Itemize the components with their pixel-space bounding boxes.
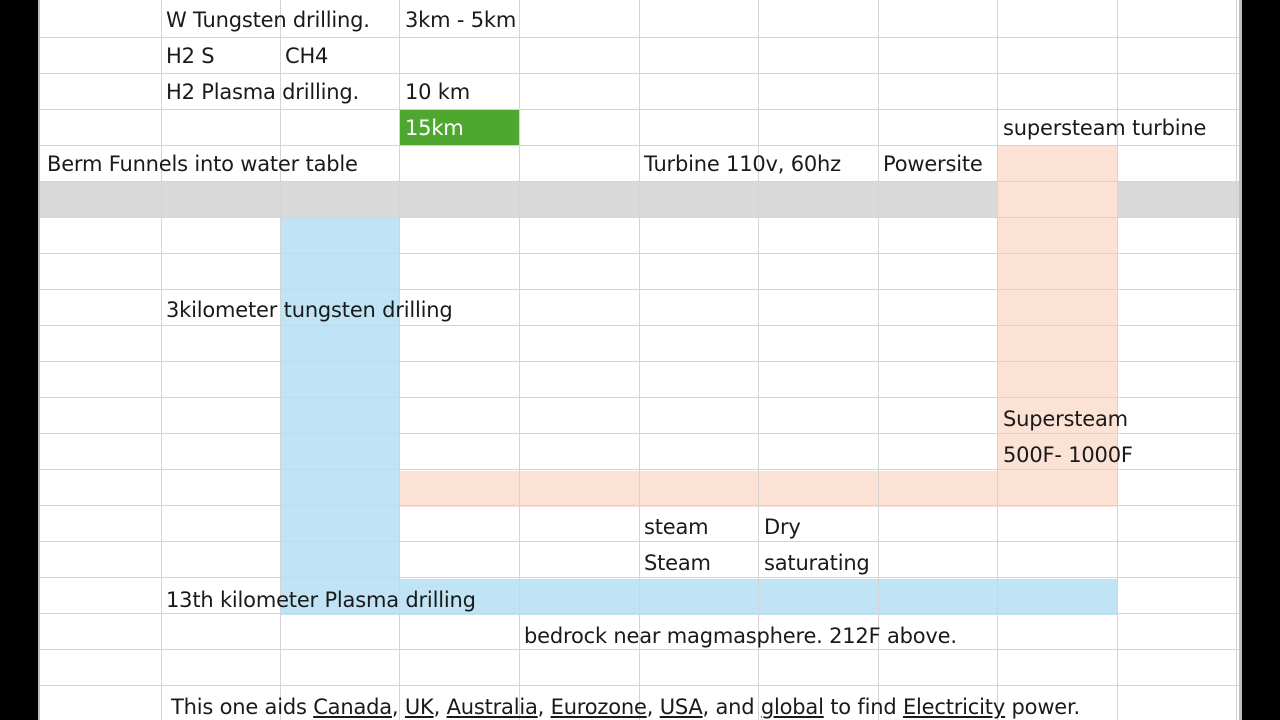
spreadsheet-grid[interactable]: W Tungsten drilling. 3km - 5km H2 S CH4 … <box>38 0 1241 720</box>
footer-sep: , <box>537 695 551 719</box>
footer-sep: , <box>646 695 660 719</box>
grid-row-line <box>38 217 1241 218</box>
cell-steam-upper[interactable]: Steam <box>644 545 711 581</box>
grid-col-line <box>878 0 879 720</box>
grid-col-line <box>161 0 162 720</box>
grid-col-line <box>519 0 520 720</box>
cell-saturating[interactable]: saturating <box>764 545 870 581</box>
cell-h2s[interactable]: H2 S <box>166 38 215 74</box>
grid-row-line <box>38 253 1241 254</box>
cell-13th-km-plasma-drilling[interactable]: 13th kilometer Plasma drilling <box>166 582 476 618</box>
footer-australia: Australia <box>446 695 538 719</box>
cell-supersteam[interactable]: Supersteam <box>1003 401 1128 437</box>
sheet-right-edge <box>1239 0 1242 720</box>
grid-col-line <box>1236 0 1237 720</box>
footer-electricity: Electricity <box>902 695 1006 719</box>
cell-w-tungsten-drilling[interactable]: W Tungsten drilling. <box>166 2 370 38</box>
cell-range-3km-5km[interactable]: 3km - 5km <box>405 2 516 38</box>
cell-steam-lower[interactable]: steam <box>644 509 709 545</box>
grid-row-line <box>38 685 1241 686</box>
footer-uk: UK <box>404 695 434 719</box>
cell-10km[interactable]: 10 km <box>405 74 470 110</box>
grid-col-line <box>997 0 998 720</box>
cell-bedrock-magmasphere[interactable]: bedrock near magmasphere. 212F above. <box>524 618 957 654</box>
footer-canada: Canada <box>313 695 392 719</box>
footer-sep: , <box>391 695 405 719</box>
cell-berm-funnels[interactable]: Berm Funnels into water table <box>47 146 358 182</box>
cell-temp-range[interactable]: 500F- 1000F <box>1003 437 1133 473</box>
footer-caption: This one aids Canada, UK, Australia, Eur… <box>171 694 1080 720</box>
cell-dry[interactable]: Dry <box>764 509 801 545</box>
grid-row-line <box>38 397 1241 398</box>
grid-col-line <box>639 0 640 720</box>
footer-sep: , <box>433 695 447 719</box>
cell-3km-tungsten-drilling[interactable]: 3kilometer tungsten drilling <box>166 292 453 328</box>
grid-row-line <box>38 289 1241 290</box>
grid-row-line <box>38 577 1241 578</box>
cell-15km[interactable]: 15km <box>405 110 464 146</box>
grid-col-line <box>1117 0 1118 720</box>
footer-usa: USA <box>659 695 703 719</box>
cell-powersite[interactable]: Powersite <box>883 146 983 182</box>
cell-turbine-110v[interactable]: Turbine 110v, 60hz <box>644 146 841 182</box>
grid-row-line <box>38 361 1241 362</box>
grid-row-line <box>38 541 1241 542</box>
cell-h2-plasma-drilling[interactable]: H2 Plasma drilling. <box>166 74 359 110</box>
cell-supersteam-turbine[interactable]: supersteam turbine <box>1003 110 1206 146</box>
footer-eurozone: Eurozone <box>550 695 647 719</box>
footer-text: power. <box>1005 695 1081 719</box>
fill-blue-tungsten-column <box>281 218 400 615</box>
grid-row-line <box>38 505 1241 506</box>
cell-ch4[interactable]: CH4 <box>285 38 328 74</box>
footer-sep: , and <box>702 695 761 719</box>
grid-col-line <box>758 0 759 720</box>
footer-global: global <box>760 695 824 719</box>
footer-text: to find <box>823 695 903 719</box>
fill-peach-steam-row <box>400 471 1118 507</box>
sheet-left-edge <box>38 0 40 720</box>
footer-text: This one aids <box>171 695 314 719</box>
